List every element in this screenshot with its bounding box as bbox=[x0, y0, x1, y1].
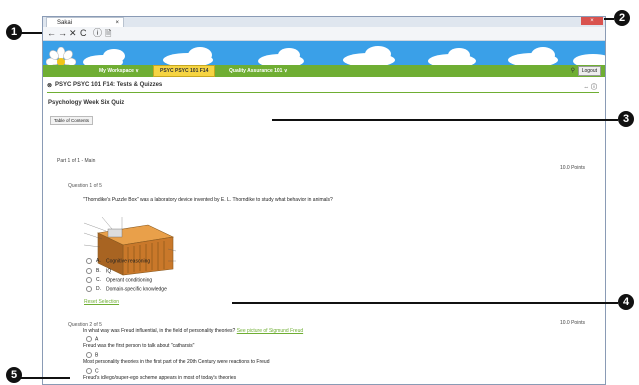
choice-b[interactable]: B. IQ bbox=[86, 268, 111, 274]
cloud-decoration bbox=[278, 48, 300, 62]
question-1-points: 10.0 Points bbox=[559, 165, 585, 171]
quiz-title: Psychology Week Six Quiz bbox=[48, 100, 125, 106]
choice-d[interactable]: D. Domain-specific knowledge bbox=[86, 286, 167, 292]
reload-icon[interactable]: C bbox=[80, 28, 87, 39]
radio-button[interactable] bbox=[86, 286, 92, 292]
tab-title: Sakai bbox=[57, 20, 73, 26]
browser-toolbar: ← → ✕ C ⓘ 🗎 bbox=[43, 27, 605, 41]
active-site-tab[interactable]: PSYC PSYC 101 F14 bbox=[153, 65, 216, 77]
tool-title-bar: ⊗ PSYC PSYC 101 F14: Tests & Quizzes ⇔ ⓘ bbox=[47, 82, 599, 91]
callout-4-badge: 4 bbox=[618, 294, 634, 310]
user-icon: ⚲ bbox=[570, 68, 575, 74]
radio-button[interactable] bbox=[86, 336, 92, 342]
question-2-text: In what way was Freud influential, in th… bbox=[83, 328, 304, 334]
q2-statement-c: Freud's id/ego/super-ego scheme appears … bbox=[83, 375, 237, 381]
callout-5-leader bbox=[20, 377, 70, 379]
tool-actions-icon[interactable]: ⇔ ⓘ bbox=[583, 82, 597, 91]
page-title: PSYC PSYC 101 F14: Tests & Quizzes bbox=[55, 82, 163, 88]
back-icon[interactable]: ← bbox=[47, 28, 56, 39]
callout-3-badge: 3 bbox=[618, 111, 634, 127]
cloud-decoration bbox=[365, 46, 391, 62]
cloud-decoration bbox=[448, 48, 470, 62]
title-divider bbox=[47, 92, 599, 93]
callout-2-badge: 2 bbox=[614, 10, 630, 26]
browser-window: Sakai × × ← → ✕ C ⓘ 🗎 My Workspace ∨ PSY… bbox=[42, 16, 606, 385]
choice-a[interactable]: A. Cognitive reasoning bbox=[86, 258, 150, 264]
part-heading: Part 1 of 1 - Main bbox=[57, 158, 96, 164]
q2-option-c[interactable]: C bbox=[86, 368, 99, 374]
table-of-contents-button[interactable]: Table of Contents bbox=[50, 116, 94, 125]
page-icon[interactable]: 🗎 bbox=[105, 28, 111, 39]
radio-button[interactable] bbox=[86, 368, 92, 374]
my-workspace-menu[interactable]: My Workspace ∨ bbox=[99, 65, 139, 77]
callout-2-leader bbox=[604, 18, 614, 20]
cloud-decoration bbox=[103, 49, 125, 63]
forward-icon[interactable]: → bbox=[58, 28, 67, 39]
callout-5-badge: 5 bbox=[6, 367, 22, 383]
stop-icon[interactable]: ✕ bbox=[69, 28, 77, 39]
radio-button[interactable] bbox=[86, 352, 92, 358]
tab-bar: Sakai × × bbox=[43, 17, 605, 27]
question-2-points: 10.0 Points bbox=[559, 320, 585, 326]
info-icon[interactable]: ⓘ bbox=[93, 28, 102, 39]
question-1-text: "Thorndike's Puzzle Box" was a laborator… bbox=[83, 197, 333, 203]
question-1-label: Question 1 of 5 bbox=[68, 183, 102, 189]
radio-button[interactable] bbox=[86, 277, 92, 283]
radio-button[interactable] bbox=[86, 258, 92, 264]
tool-icon: ⊗ bbox=[47, 83, 53, 89]
callout-1-leader bbox=[20, 32, 42, 34]
radio-button[interactable] bbox=[86, 268, 92, 274]
choice-c[interactable]: C. Operant conditioning bbox=[86, 277, 152, 283]
freud-picture-link[interactable]: See picture of Sigmund Freud bbox=[237, 328, 303, 334]
q2-statement-b: Most personality theories in the first p… bbox=[83, 359, 270, 365]
q2-statement-a: Freud was the first person to talk about… bbox=[83, 343, 195, 349]
logout-button[interactable]: Logout bbox=[577, 66, 601, 76]
browser-tab[interactable]: Sakai × bbox=[46, 17, 124, 27]
reset-selection-link[interactable]: Reset Selection bbox=[84, 299, 119, 305]
callout-1-badge: 1 bbox=[6, 24, 22, 40]
cloud-decoration bbox=[531, 47, 555, 63]
q2-option-b[interactable]: B bbox=[86, 352, 98, 358]
callout-3-leader bbox=[272, 119, 618, 121]
quality-assurance-menu[interactable]: Quality Assurance 101 ∨ bbox=[229, 65, 288, 77]
cloud-decoration bbox=[188, 47, 212, 63]
callout-4-leader bbox=[232, 302, 618, 304]
q2-option-a[interactable]: A bbox=[86, 336, 98, 342]
site-menu-bar: My Workspace ∨ PSYC PSYC 101 F14 Quality… bbox=[43, 65, 605, 77]
window-close-button[interactable]: × bbox=[581, 17, 603, 25]
